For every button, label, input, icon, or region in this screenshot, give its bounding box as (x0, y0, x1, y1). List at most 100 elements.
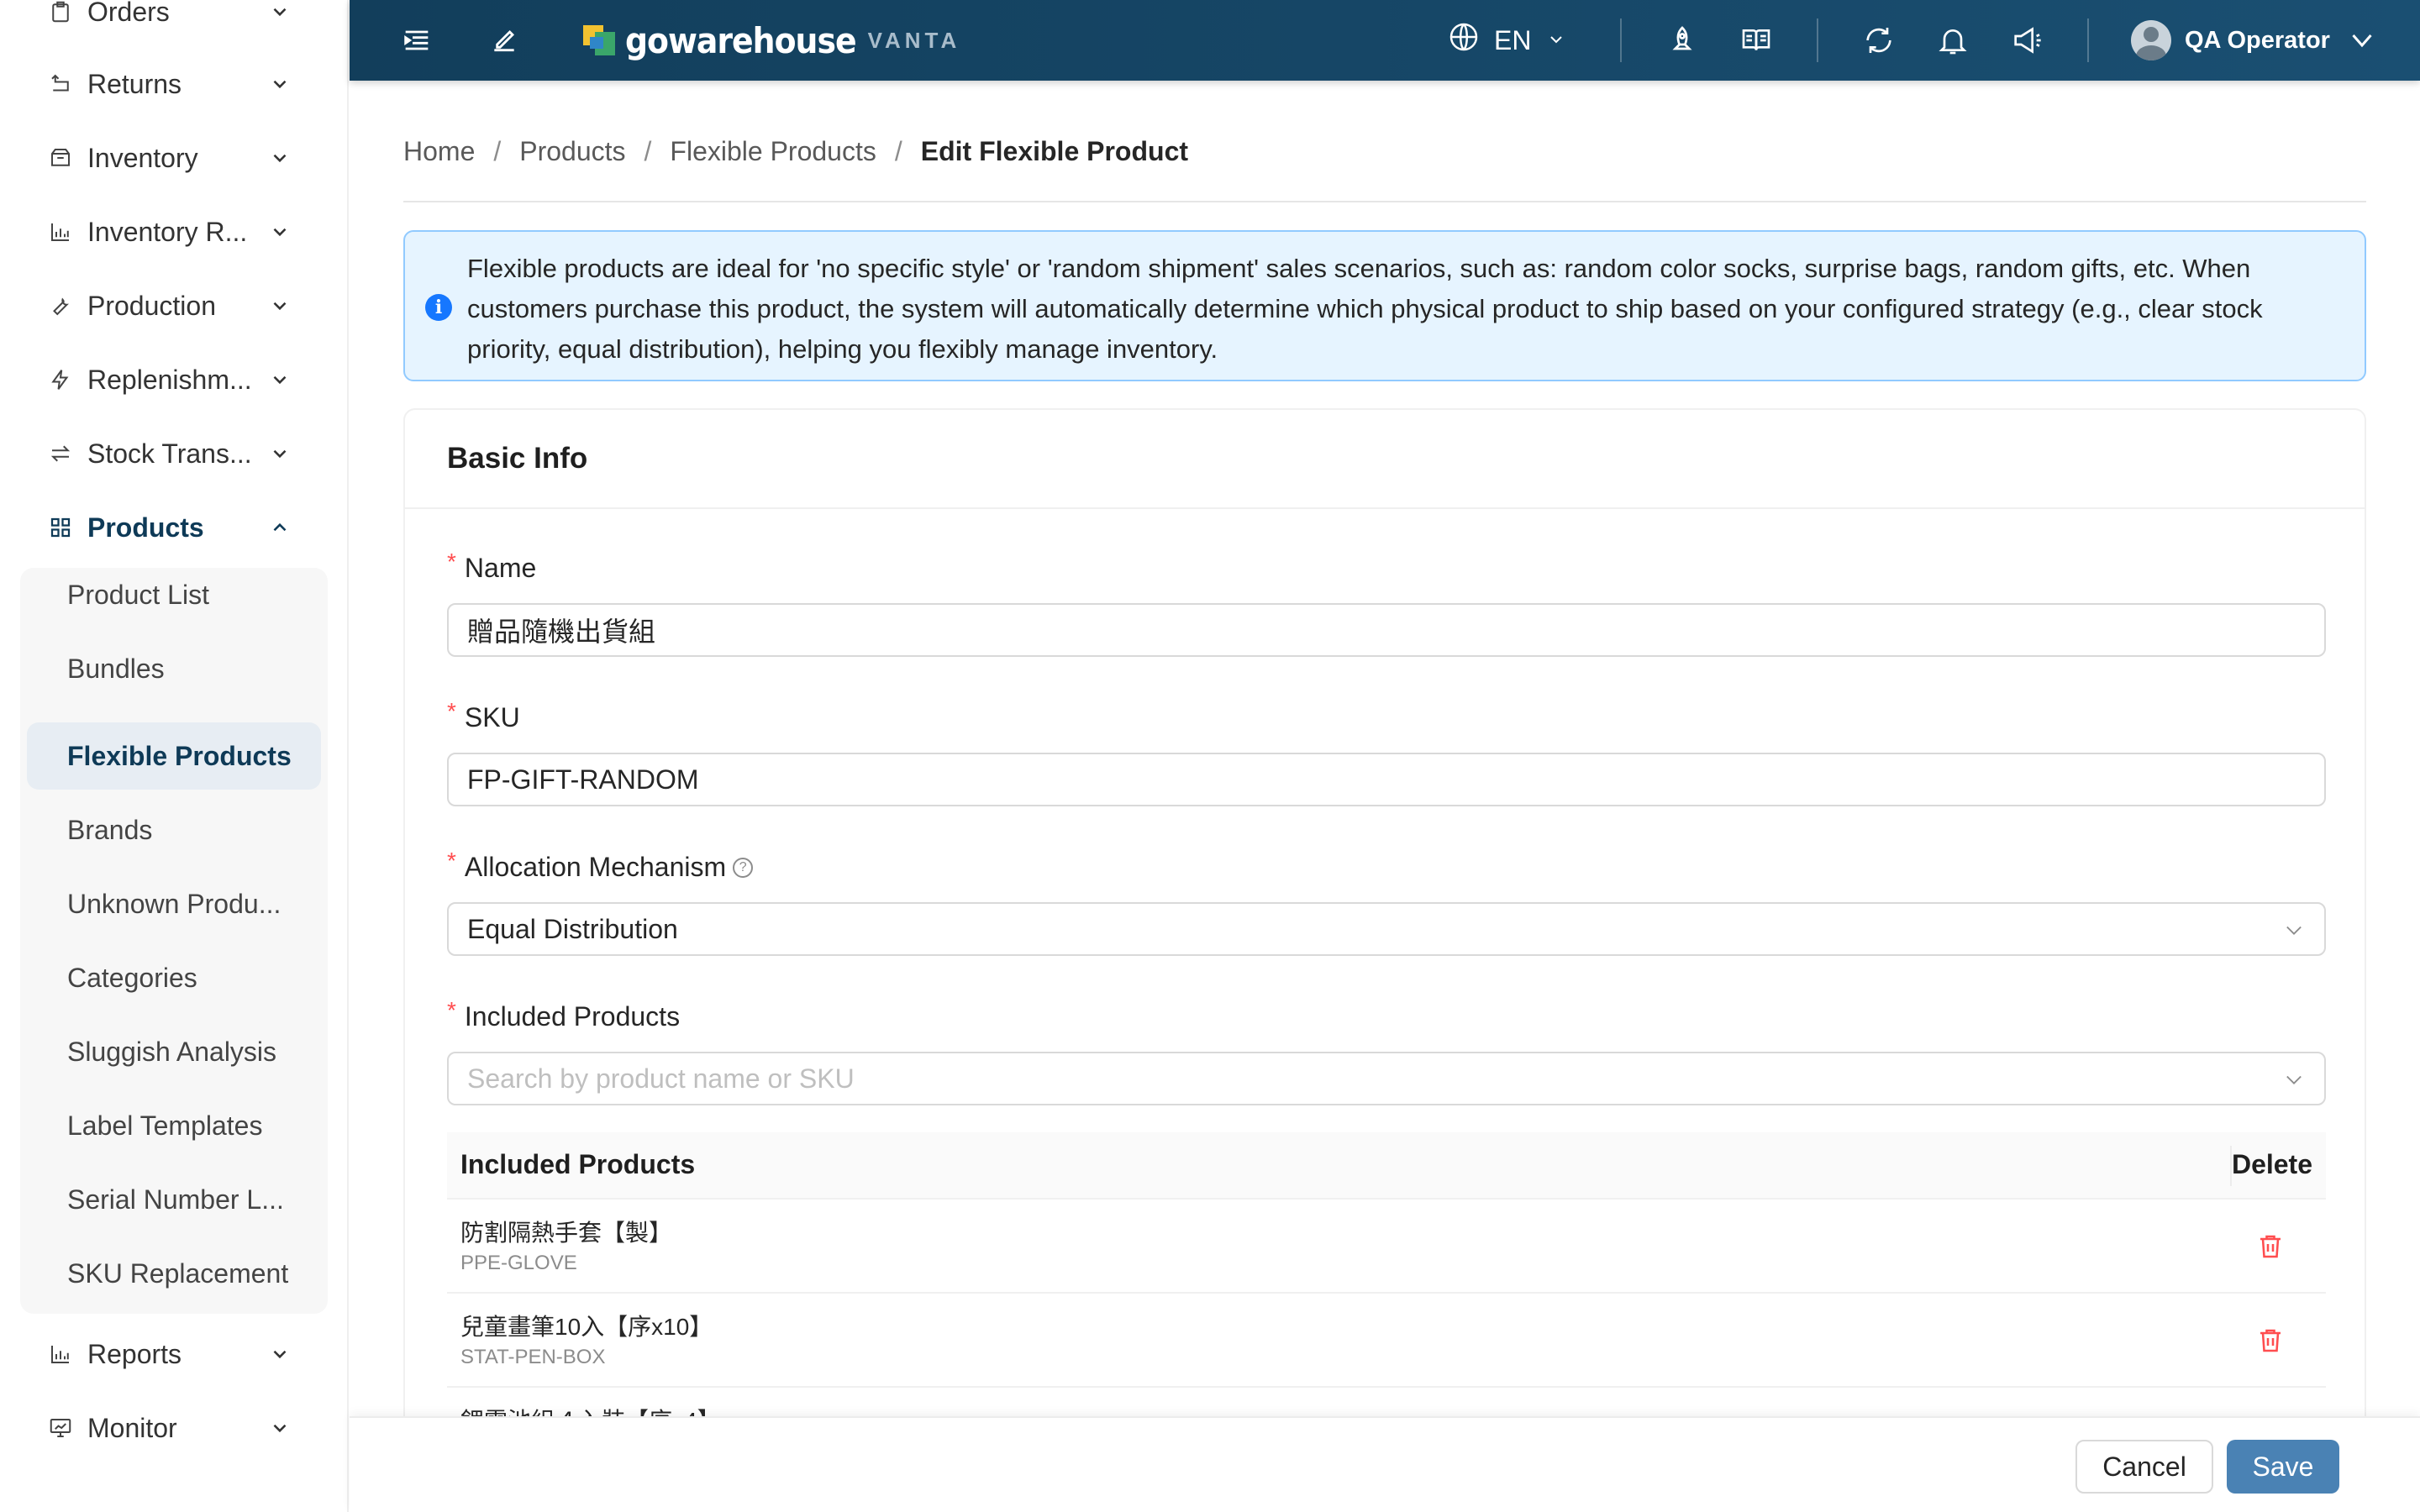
submenu-item-bundles[interactable]: Bundles (27, 635, 321, 702)
chevron-down-icon (2282, 917, 2306, 941)
table-row: 防割隔熱手套【製】 PPE-GLOVE (447, 1200, 2326, 1294)
menu-icon[interactable] (397, 20, 437, 60)
product-sku: STAT-PEN-BOX (460, 1346, 606, 1368)
lightning-icon (47, 366, 74, 393)
submenu-item-flexible-products[interactable]: Flexible Products (27, 722, 321, 790)
breadcrumb-separator: / (493, 136, 502, 166)
section-title: Basic Info (405, 410, 2365, 509)
sidebar-item-label: Reports (87, 1338, 182, 1369)
form-action-bar: Cancel Save (350, 1416, 2420, 1512)
user-name: QA Operator (2185, 26, 2330, 54)
edit-icon[interactable] (484, 20, 524, 60)
required-marker: * (447, 697, 456, 724)
breadcrumb-flexible-products[interactable]: Flexible Products (670, 136, 876, 167)
required-marker: * (447, 548, 456, 575)
rocket-icon[interactable] (1662, 20, 1702, 60)
sidebar-item-orders[interactable]: Orders (0, 0, 347, 42)
sku-label-text: SKU (464, 702, 520, 732)
book-icon[interactable] (1736, 20, 1776, 60)
user-avatar-icon (2131, 20, 2171, 60)
refresh-icon[interactable] (1859, 20, 1899, 60)
sidebar-item-label: Inventory R... (87, 216, 248, 247)
save-button[interactable]: Save (2227, 1440, 2339, 1494)
trash-icon[interactable] (2255, 1326, 2286, 1356)
swap-icon (47, 440, 74, 467)
product-search-placeholder: Search by product name or SKU (467, 1063, 855, 1094)
sidebar-item-production[interactable]: Production (0, 276, 347, 336)
chevron-down-icon (267, 219, 292, 244)
breadcrumb: Home / Products / Flexible Products / Ed… (403, 136, 1188, 167)
chevron-down-icon (1546, 25, 1566, 56)
breadcrumb-separator: / (644, 136, 652, 166)
submenu-item-sku-replacement[interactable]: SKU Replacement (27, 1240, 321, 1307)
included-label-text: Included Products (464, 1001, 681, 1032)
sidebar-item-products[interactable]: Products (0, 497, 347, 558)
language-label: EN (1494, 24, 1532, 55)
app-logo[interactable]: gowarehouse VANTA (583, 17, 960, 64)
submenu-item-label-templates[interactable]: Label Templates (27, 1092, 321, 1159)
allocation-select[interactable]: Equal Distribution (447, 902, 2326, 956)
chevron-down-icon (267, 145, 292, 171)
submenu-item-unknown-products[interactable]: Unknown Produ... (27, 870, 321, 937)
cancel-button[interactable]: Cancel (2075, 1440, 2213, 1494)
sidebar-item-returns[interactable]: Returns (0, 54, 347, 114)
column-header-included-products: Included Products (460, 1149, 696, 1179)
allocation-label-text: Allocation Mechanism (464, 852, 727, 882)
required-marker: * (447, 996, 456, 1023)
sidebar-item-label: Returns (87, 68, 182, 99)
sku-input-value: FP-GIFT-RANDOM (467, 764, 699, 795)
submenu-item-serial-number[interactable]: Serial Number L... (27, 1166, 321, 1233)
submenu-item-categories[interactable]: Categories (27, 944, 321, 1011)
table-row: 兒童畫筆10入【序x10】 STAT-PEN-BOX (447, 1294, 2326, 1388)
wrench-icon (47, 292, 74, 319)
chevron-down-icon (267, 441, 292, 466)
chevron-down-icon (2347, 25, 2377, 55)
breadcrumb-products[interactable]: Products (519, 136, 625, 167)
name-input-value: 贈品隨機出貨組 (467, 617, 656, 647)
product-search-select[interactable]: Search by product name or SKU (447, 1052, 2326, 1105)
chevron-down-icon (267, 0, 292, 24)
bell-icon[interactable] (1933, 20, 1973, 60)
breadcrumb-current: Edit Flexible Product (920, 136, 1189, 166)
grid-icon (47, 514, 74, 541)
sidebar-item-label: Monitor (87, 1412, 177, 1443)
inbox-icon (47, 144, 74, 171)
sidebar-item-stock-transfer[interactable]: Stock Trans... (0, 423, 347, 484)
sidebar: Orders Returns Inventory Inventory R... … (0, 0, 349, 1512)
trash-icon[interactable] (2255, 1231, 2286, 1262)
submenu-item-product-list[interactable]: Product List (27, 561, 321, 628)
help-icon[interactable]: ? (733, 857, 754, 878)
header-divider (1817, 18, 1818, 62)
sidebar-item-monitor[interactable]: Monitor (0, 1398, 347, 1458)
top-header: gowarehouse VANTA EN QA Operator (350, 0, 2420, 81)
alert-text: Flexible products are ideal for 'no spec… (467, 254, 2263, 364)
sidebar-item-label: Products (87, 512, 204, 543)
sidebar-item-inventory[interactable]: Inventory (0, 128, 347, 188)
logo-subtitle: VANTA (867, 27, 961, 53)
submenu-item-sluggish-analysis[interactable]: Sluggish Analysis (27, 1018, 321, 1085)
return-icon (47, 71, 74, 97)
chevron-down-icon (267, 71, 292, 97)
name-field-label: * Name (447, 549, 536, 584)
breadcrumb-separator: / (894, 136, 902, 166)
product-sku: PPE-GLOVE (460, 1252, 577, 1274)
product-name: 防割隔熱手套【製】 (460, 1220, 673, 1246)
breadcrumb-home[interactable]: Home (403, 136, 475, 167)
bar-chart-icon (47, 218, 74, 245)
sku-input[interactable]: FP-GIFT-RANDOM (447, 753, 2326, 806)
language-selector[interactable]: EN (1447, 20, 1566, 60)
name-input[interactable]: 贈品隨機出貨組 (447, 603, 2326, 657)
dashboard-icon (47, 1415, 74, 1441)
megaphone-icon[interactable] (2007, 20, 2047, 60)
header-divider (2087, 18, 2089, 62)
chevron-up-icon (267, 515, 292, 540)
clipboard-icon (47, 0, 74, 25)
globe-icon (1447, 20, 1481, 60)
sidebar-item-reports[interactable]: Reports (0, 1324, 347, 1384)
header-divider (1620, 18, 1622, 62)
submenu-item-brands[interactable]: Brands (27, 796, 321, 864)
sidebar-item-replenishment[interactable]: Replenishm... (0, 349, 347, 410)
sidebar-item-label: Production (87, 290, 216, 321)
sidebar-item-inventory-reports[interactable]: Inventory R... (0, 202, 347, 262)
user-menu[interactable]: QA Operator (2131, 17, 2377, 64)
